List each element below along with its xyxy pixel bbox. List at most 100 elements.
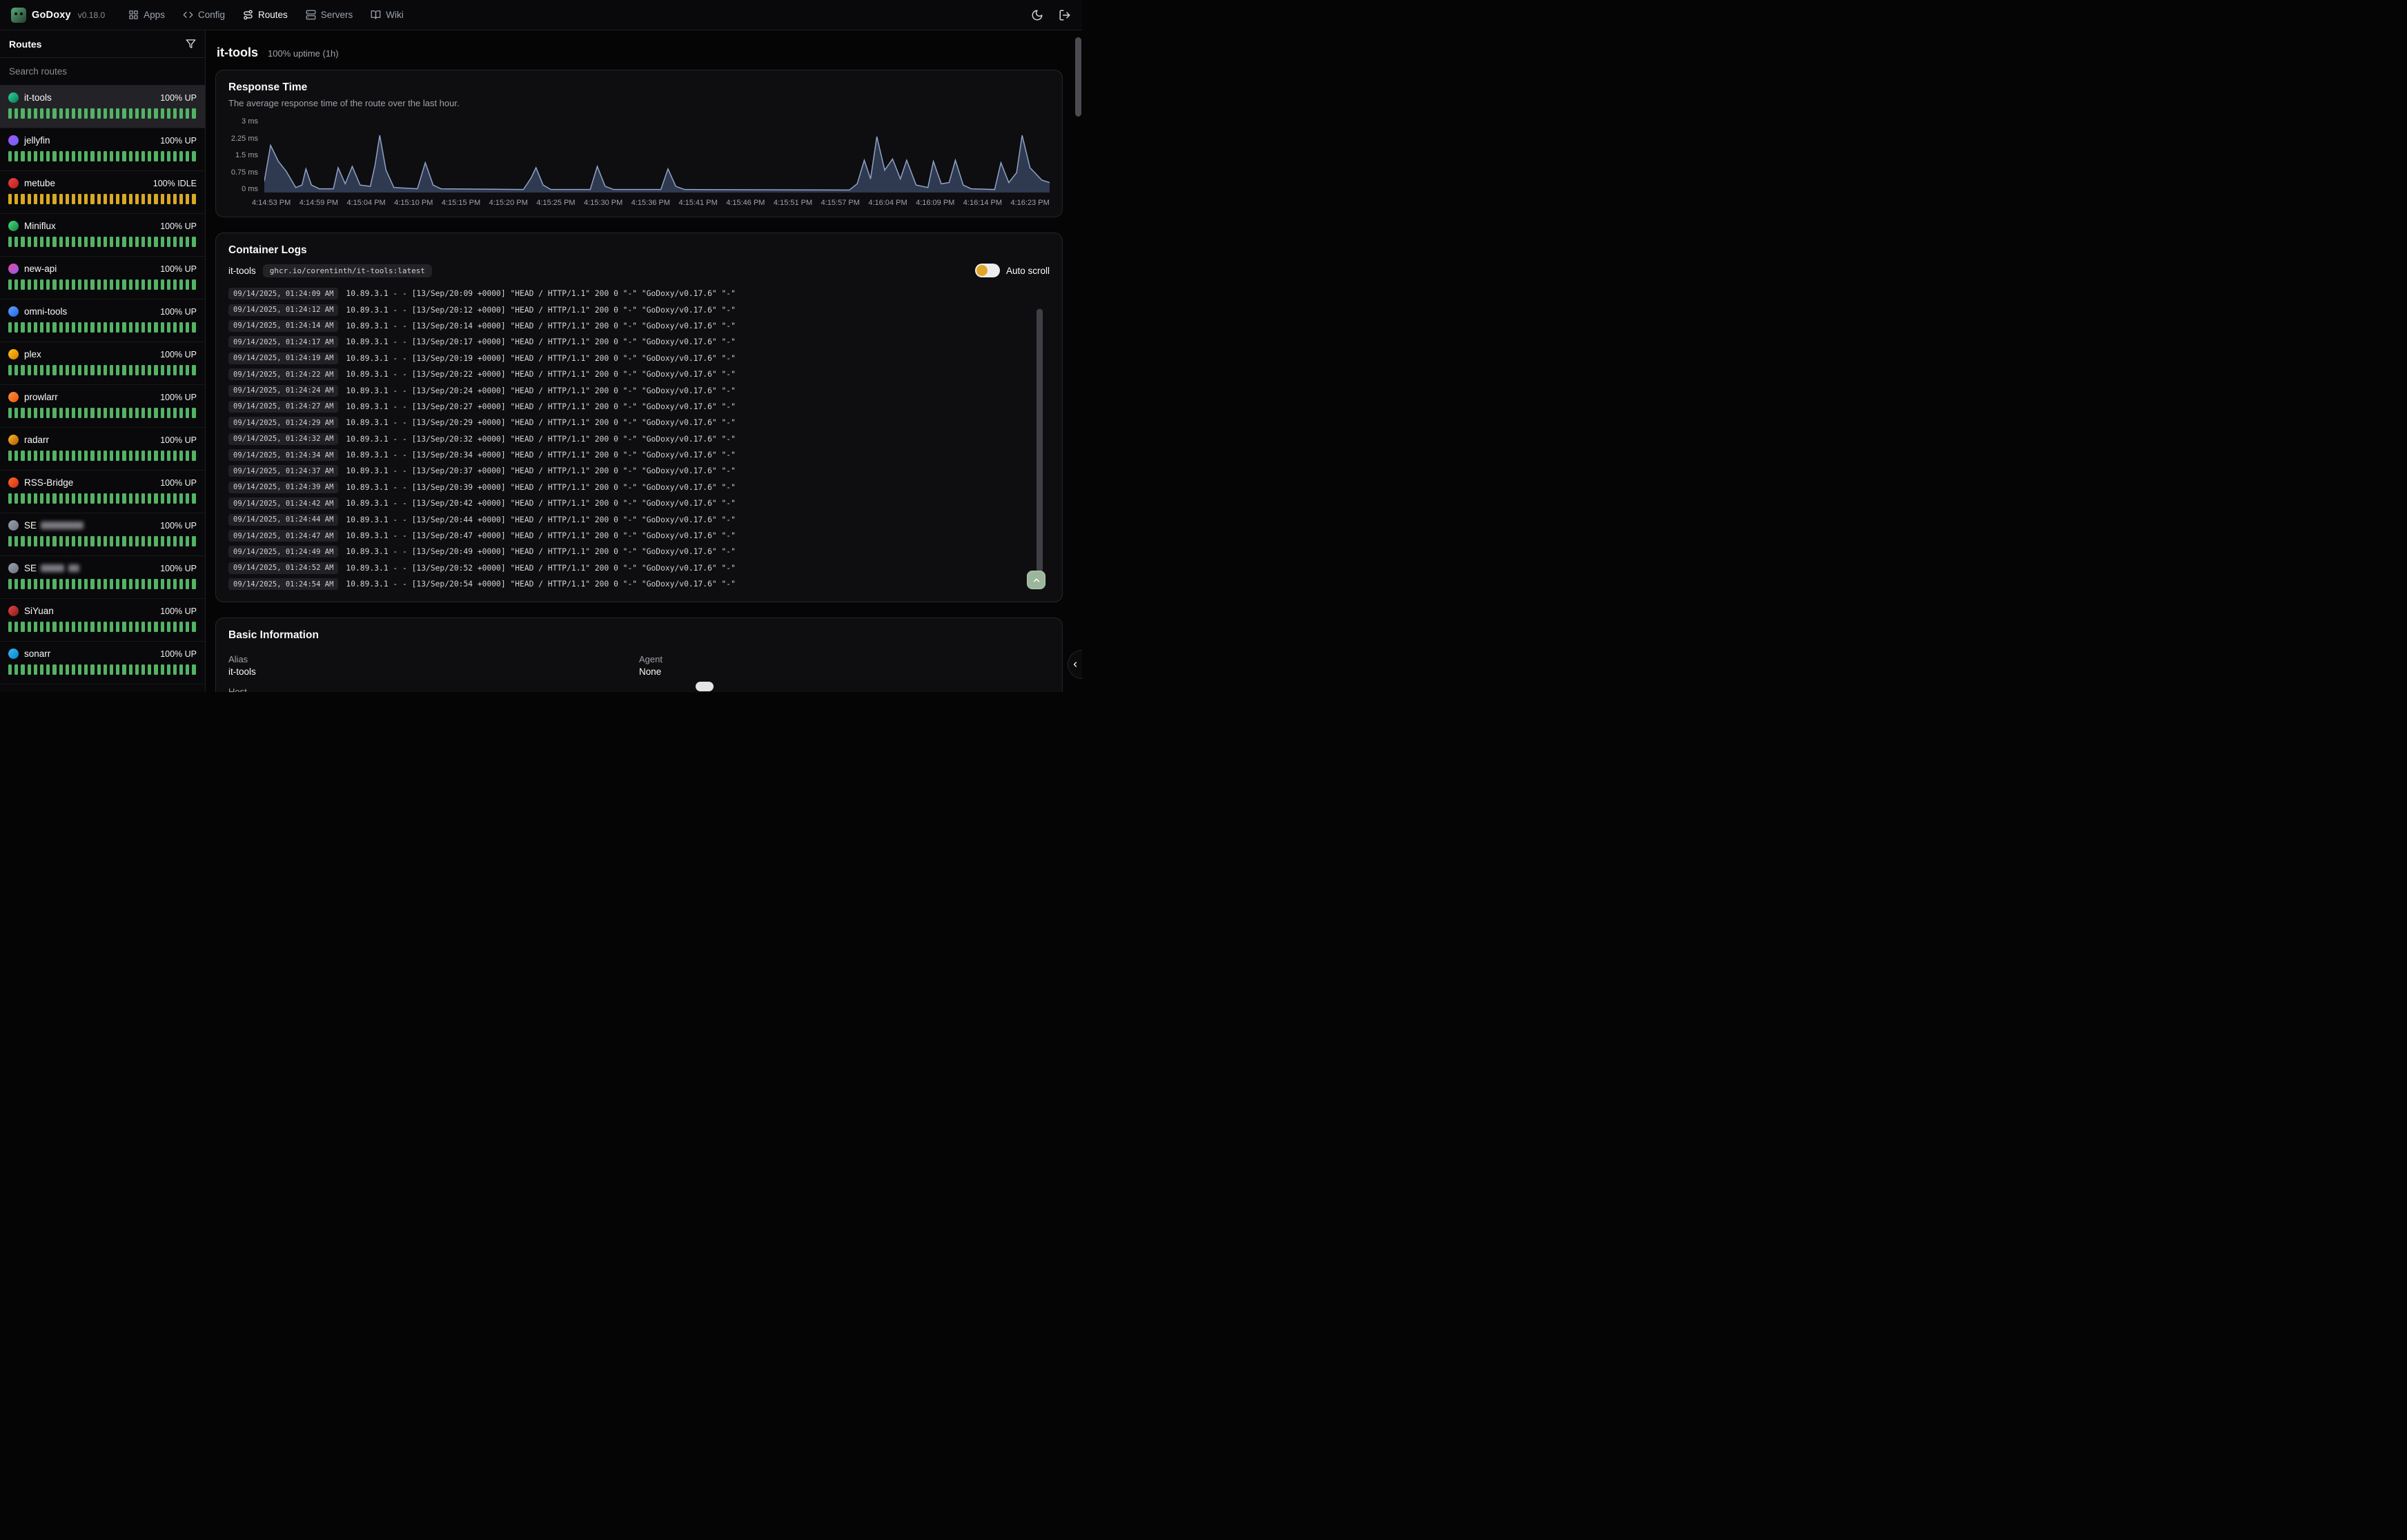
search-input[interactable] — [0, 58, 205, 86]
uptime-bar — [66, 451, 69, 461]
uptime-bar — [52, 108, 56, 119]
log-timestamp: 09/14/2025, 01:24:37 AM — [228, 465, 338, 477]
uptime-bar — [14, 622, 18, 632]
uptime-bar — [97, 237, 101, 247]
log-row: 09/14/2025, 01:24:37 AM10.89.3.1 - - [13… — [228, 463, 1050, 479]
uptime-bar — [104, 108, 107, 119]
uptime-bar — [78, 237, 81, 247]
route-list-item[interactable]: SE100% UP — [0, 556, 205, 599]
uptime-bar — [34, 622, 37, 632]
route-list-item[interactable]: omni-tools100% UP — [0, 299, 205, 342]
funnel-icon — [186, 39, 196, 49]
uptime-bar — [90, 664, 94, 675]
uptime-bar — [21, 493, 24, 504]
uptime-bar — [28, 237, 31, 247]
route-list-item[interactable]: it-tools100% UP — [0, 86, 205, 128]
uptime-bar — [78, 493, 81, 504]
uptime-bar — [34, 151, 37, 161]
uptime-bar — [122, 493, 126, 504]
uptime-bar — [161, 322, 164, 333]
route-list-item[interactable]: metube100% IDLE — [0, 171, 205, 214]
log-row: 09/14/2025, 01:24:12 AM10.89.3.1 - - [13… — [228, 302, 1050, 317]
route-icon — [243, 10, 253, 20]
route-status: 100% UP — [160, 564, 197, 573]
uptime-bar — [161, 664, 164, 675]
uptime-bar — [8, 451, 12, 461]
route-favicon — [8, 563, 19, 573]
uptime-bar — [116, 579, 119, 589]
uptime-bar — [186, 108, 189, 119]
nav-item-apps[interactable]: Apps — [128, 10, 165, 20]
uptime-bar — [141, 536, 145, 546]
log-row: 09/14/2025, 01:24:27 AM10.89.3.1 - - [13… — [228, 399, 1050, 415]
route-list-item[interactable]: RSS-Bridge100% UP — [0, 471, 205, 513]
uptime-bar — [179, 451, 183, 461]
uptime-bar — [78, 279, 81, 290]
route-status: 100% UP — [160, 393, 197, 402]
route-list-item[interactable]: sonarr100% UP — [0, 642, 205, 684]
nav-item-config[interactable]: Config — [183, 10, 225, 20]
uptime-bar — [179, 151, 183, 161]
route-status: 100% UP — [160, 521, 197, 531]
autoscroll-toggle[interactable] — [975, 264, 1000, 277]
uptime-bar — [90, 279, 94, 290]
scroll-to-top-button[interactable] — [1027, 571, 1045, 589]
uptime-bar — [161, 151, 164, 161]
filter-button[interactable] — [186, 39, 196, 49]
nav-item-servers[interactable]: Servers — [306, 10, 353, 20]
uptime-bar — [78, 536, 81, 546]
field-alias: Alias it-tools — [228, 654, 639, 677]
route-list-item[interactable]: SE100% UP — [0, 513, 205, 556]
uptime-bar — [141, 151, 145, 161]
uptime-bar — [141, 194, 145, 204]
uptime-bar — [116, 365, 119, 375]
uptime-bar — [72, 408, 75, 418]
uptime-bar — [46, 493, 50, 504]
uptime-bar — [84, 408, 88, 418]
uptime-bar — [90, 622, 94, 632]
uptime-bar — [122, 151, 126, 161]
route-list-item[interactable]: radarr100% UP — [0, 428, 205, 471]
route-list-item[interactable]: SiYuan100% UP — [0, 599, 205, 642]
theme-toggle-button[interactable] — [1031, 9, 1043, 21]
log-scrollbar-track — [1037, 308, 1043, 581]
uptime-bar — [161, 408, 164, 418]
route-name: jellyfin — [24, 135, 50, 146]
uptime-bar — [34, 451, 37, 461]
uptime-bar — [122, 536, 126, 546]
uptime-bars — [8, 365, 197, 375]
uptime-bar — [34, 408, 37, 418]
uptime-bars — [8, 322, 197, 333]
log-scrollbar-thumb[interactable] — [1037, 309, 1043, 572]
uptime-bar — [154, 322, 157, 333]
uptime-bar — [28, 622, 31, 632]
route-list-item[interactable]: plex100% UP — [0, 342, 205, 385]
field-label: Agent — [639, 654, 1050, 664]
uptime-bar — [186, 451, 189, 461]
uptime-bar — [84, 365, 88, 375]
sidebar-title: Routes — [9, 39, 41, 50]
uptime-bars — [8, 108, 197, 119]
route-list-item[interactable]: prowlarr100% UP — [0, 385, 205, 428]
uptime-bar — [141, 279, 145, 290]
log-timestamp: 09/14/2025, 01:24:47 AM — [228, 530, 338, 542]
uptime-bar — [141, 451, 145, 461]
uptime-bar — [154, 493, 157, 504]
route-list-item[interactable]: new-api100% UP — [0, 257, 205, 299]
nav-item-wiki[interactable]: Wiki — [371, 10, 404, 20]
uptime-bar — [167, 365, 170, 375]
uptime-bar — [34, 365, 37, 375]
uptime-bar — [104, 493, 107, 504]
uptime-bar — [148, 151, 151, 161]
navbar-actions — [1031, 9, 1071, 21]
uptime-bar — [110, 151, 113, 161]
nav-item-routes[interactable]: Routes — [243, 10, 288, 20]
logout-button[interactable] — [1059, 9, 1071, 21]
uptime-bar — [122, 108, 126, 119]
uptime-bar — [97, 365, 101, 375]
page-scrollbar-thumb[interactable] — [1075, 37, 1081, 117]
route-list-item[interactable]: jellyfin100% UP — [0, 128, 205, 171]
uptime-bar — [46, 622, 50, 632]
route-list-item[interactable]: Miniflux100% UP — [0, 214, 205, 257]
uptime-bar — [116, 279, 119, 290]
